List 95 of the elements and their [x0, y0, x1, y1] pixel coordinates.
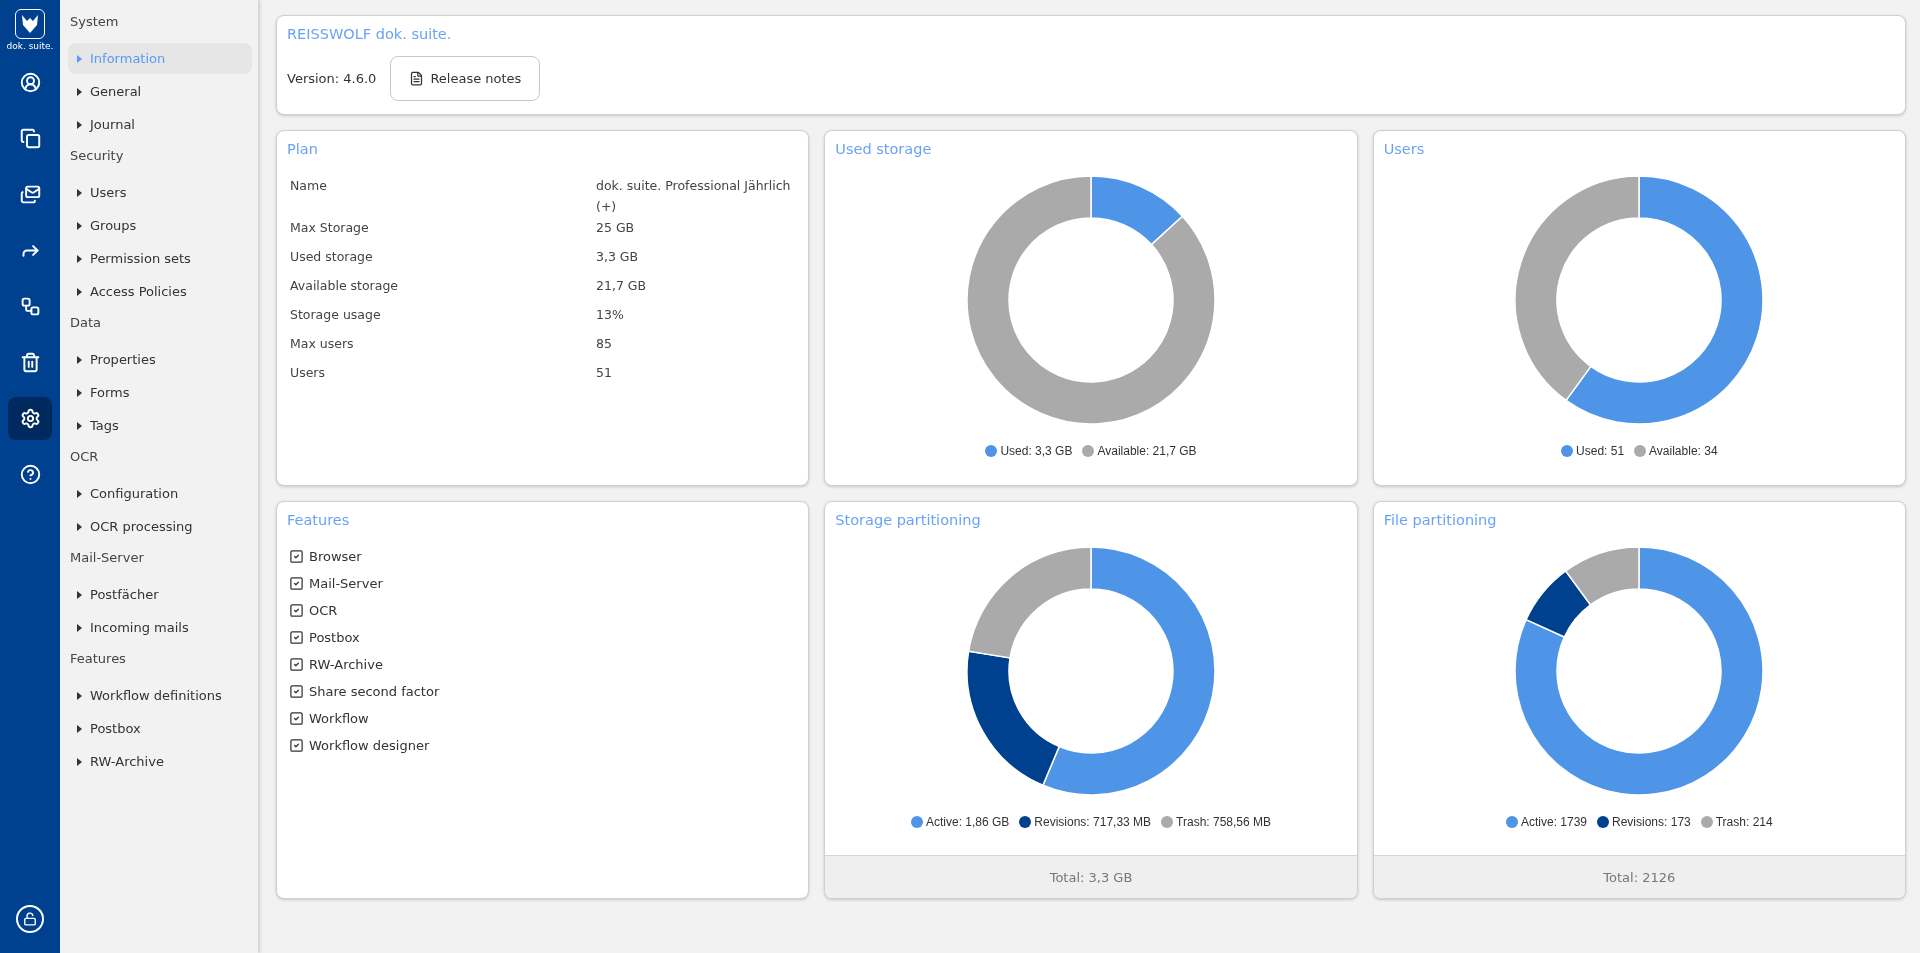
- nav-group-title: Mail-Server: [69, 549, 145, 567]
- plan-label: Max users: [290, 336, 354, 351]
- caret-icon: [77, 724, 82, 733]
- nav-group-title: Security: [69, 147, 125, 165]
- nav-item[interactable]: Workflow definitions: [68, 680, 252, 711]
- help-icon: [19, 464, 41, 485]
- caret-icon: [77, 287, 82, 296]
- legend-label: Revisions: 717,33 MB: [1034, 815, 1152, 829]
- nav-item[interactable]: Access Policies: [68, 276, 252, 307]
- caret-icon: [77, 188, 82, 197]
- legend-label: Available: 21,7 GB: [1097, 444, 1197, 458]
- legend-label: Available: 34: [1649, 444, 1718, 458]
- version-text: Version: 4.6.0: [287, 71, 377, 86]
- feature-label: Browser: [309, 549, 362, 564]
- nav-item[interactable]: Properties: [68, 344, 252, 375]
- caret-icon: [77, 54, 82, 63]
- nav-item[interactable]: Configuration: [68, 478, 252, 509]
- plan-value: 25 GB: [596, 220, 635, 235]
- plan-label: Available storage: [290, 278, 399, 293]
- nav-item[interactable]: Forms: [68, 377, 252, 408]
- plan-label: Users: [290, 365, 325, 380]
- caret-icon: [77, 757, 82, 766]
- caret-icon: [77, 254, 82, 263]
- plan-label: Max Storage: [290, 220, 369, 235]
- release-notes-button[interactable]: Release notes: [390, 56, 541, 101]
- legend-label: Used: 3,3 GB: [1000, 444, 1073, 458]
- nav-item[interactable]: General: [68, 76, 252, 107]
- feature-label: Workflow designer: [309, 738, 430, 753]
- card-title: Features: [286, 511, 351, 528]
- caret-icon: [77, 221, 82, 230]
- caret-icon: [77, 87, 82, 96]
- nav-item[interactable]: Postbox: [68, 713, 252, 744]
- nav-group-title: Data: [69, 314, 103, 332]
- rail-button[interactable]: [8, 397, 52, 440]
- nav-group-title: OCR: [69, 448, 100, 466]
- plan-value: 3,3 GB: [596, 249, 639, 264]
- caret-icon: [77, 522, 82, 531]
- file-icon: [409, 71, 425, 86]
- feature-label: Mail-Server: [309, 576, 383, 591]
- plan-value: 51: [596, 365, 612, 380]
- unlock-icon: [23, 912, 37, 926]
- card-title: Users: [1382, 140, 1426, 157]
- nav-item[interactable]: Incoming mails: [68, 612, 252, 643]
- nav-item[interactable]: Users: [68, 177, 252, 208]
- card-title: Used storage: [834, 140, 933, 157]
- feature-label: Postbox: [309, 630, 360, 645]
- nav-group-title: System: [69, 13, 120, 31]
- plan-label: Used storage: [290, 249, 373, 264]
- total-footer: Total: 3,3 GB: [825, 855, 1357, 898]
- user-icon: [19, 72, 41, 93]
- plan-label: Name: [290, 178, 327, 193]
- legend-label: Trash: 758,56 MB: [1176, 815, 1271, 829]
- fox-logo-icon[interactable]: [15, 9, 45, 39]
- plan-value: 13%: [596, 307, 624, 322]
- nav-item[interactable]: Tags: [68, 410, 252, 441]
- feature-label: RW-Archive: [309, 657, 383, 672]
- legend-label: Active: 1739: [1520, 815, 1587, 829]
- mail-icon: [19, 184, 41, 205]
- plan-value: dok. suite. Professional Jährlich (+): [596, 178, 791, 214]
- feature-label: Workflow: [309, 711, 369, 726]
- caret-icon: [77, 421, 82, 430]
- caret-icon: [77, 388, 82, 397]
- legend-label: Used: 51: [1576, 444, 1625, 458]
- legend-label: Trash: 214: [1715, 815, 1773, 829]
- caret-icon: [77, 355, 82, 364]
- plan-value: 85: [596, 336, 612, 351]
- plan-label: Storage usage: [290, 307, 381, 322]
- settings-icon: [19, 408, 41, 429]
- legend-label: Active: 1,86 GB: [925, 815, 1010, 829]
- feature-label: Share second factor: [309, 684, 440, 699]
- workflow-icon: [19, 296, 41, 317]
- caret-icon: [77, 590, 82, 599]
- total-footer: Total: 2126: [1373, 855, 1905, 898]
- nav-item[interactable]: Permission sets: [68, 243, 252, 274]
- card-title: File partitioning: [1382, 511, 1498, 528]
- unlock-button[interactable]: [16, 905, 44, 933]
- documents-icon: [19, 128, 41, 149]
- caret-icon: [77, 120, 82, 129]
- nav-item[interactable]: Journal: [68, 109, 252, 140]
- logo-text: dok. suite.: [6, 41, 54, 51]
- nav-item[interactable]: RW-Archive: [68, 746, 252, 777]
- legend-label: Revisions: 173: [1612, 815, 1691, 829]
- card-title: Plan: [286, 140, 319, 157]
- plan-value: 21,7 GB: [596, 278, 647, 293]
- caret-icon: [77, 691, 82, 700]
- card-title: Storage partitioning: [834, 511, 982, 528]
- nav-group-title: Features: [69, 650, 127, 668]
- caret-icon: [77, 623, 82, 632]
- card-title: REISSWOLF dok. suite.: [286, 25, 453, 42]
- feature-label: OCR: [309, 603, 338, 618]
- nav-item[interactable]: OCR processing: [68, 511, 252, 542]
- caret-icon: [77, 489, 82, 498]
- trash-icon: [19, 352, 41, 373]
- nav-item[interactable]: Postfächer: [68, 579, 252, 610]
- nav-item[interactable]: Groups: [68, 210, 252, 241]
